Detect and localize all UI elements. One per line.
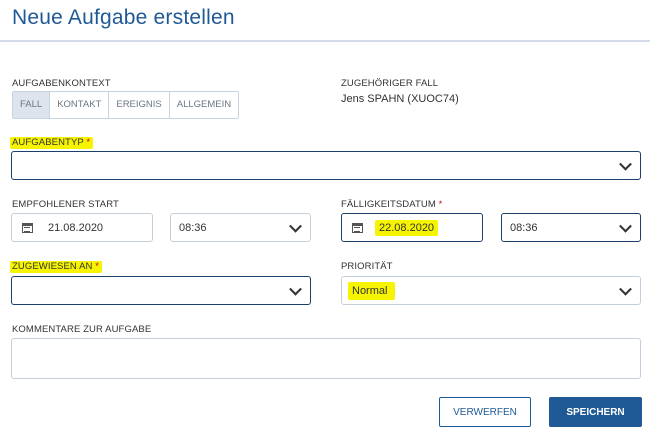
required-marker: * xyxy=(438,199,443,210)
case-label: ZUGEHÖRIGER FALL xyxy=(341,78,439,89)
required-marker: * xyxy=(86,137,91,148)
due-date-label-text: FÄLLIGKEITSDATUM xyxy=(341,199,436,210)
priority-select[interactable]: Normal xyxy=(341,276,641,305)
assigned-to-label: ZUGEWIESEN AN * xyxy=(10,261,103,273)
chevron-down-icon xyxy=(619,219,632,233)
start-date-value: 21.08.2020 xyxy=(48,221,104,234)
case-value: Jens SPAHN (XUOC74) xyxy=(341,93,459,105)
context-option-kontakt[interactable]: KONTAKT xyxy=(50,92,110,118)
context-option-fall[interactable]: FALL xyxy=(13,92,51,118)
start-label: EMPFOHLENER START xyxy=(12,199,119,210)
task-type-label: AUFGABENTYP * xyxy=(10,137,94,149)
chevron-down-icon xyxy=(619,282,632,296)
due-date-value: 22.08.2020 xyxy=(375,219,439,236)
page-title: Neue Aufgabe erstellen xyxy=(12,6,235,29)
context-label: AUFGABENKONTEXT xyxy=(12,78,111,89)
calendar-icon xyxy=(22,222,33,233)
task-type-label-highlight: AUFGABENTYP * xyxy=(10,137,94,149)
context-option-allgemein[interactable]: ALLGEMEIN xyxy=(170,92,238,118)
calendar-icon xyxy=(352,222,363,233)
assigned-to-label-highlight: ZUGEWIESEN AN * xyxy=(10,261,103,273)
chevron-down-icon xyxy=(619,157,632,171)
due-date-label: FÄLLIGKEITSDATUM * xyxy=(341,199,442,210)
context-segmented-control: FALL KONTAKT EREIGNIS ALLGEMEIN xyxy=(12,91,240,119)
save-button[interactable]: SPEICHERN xyxy=(549,397,642,427)
assigned-to-select[interactable] xyxy=(11,276,311,305)
discard-button[interactable]: VERWERFEN xyxy=(439,397,531,427)
due-date-field[interactable]: 22.08.2020 xyxy=(341,213,483,242)
chevron-down-icon xyxy=(289,219,302,233)
start-date-field[interactable]: 21.08.2020 xyxy=(11,213,153,242)
due-time-value: 08:36 xyxy=(510,221,538,234)
priority-label: PRIORITÄT xyxy=(341,261,393,272)
title-divider xyxy=(0,40,650,42)
due-time-select[interactable]: 08:36 xyxy=(501,213,641,242)
task-type-select[interactable] xyxy=(11,151,641,180)
task-type-label-text: AUFGABENTYP xyxy=(12,137,84,148)
priority-value: Normal xyxy=(348,281,396,300)
comments-textarea[interactable] xyxy=(11,338,641,379)
start-time-select[interactable]: 08:36 xyxy=(170,213,311,242)
assigned-to-label-text: ZUGEWIESEN AN xyxy=(12,261,93,272)
context-option-ereignis[interactable]: EREIGNIS xyxy=(109,92,170,118)
required-marker: * xyxy=(95,261,100,272)
priority-value-wrap: Normal xyxy=(348,277,396,304)
chevron-down-icon xyxy=(289,282,302,296)
start-time-value: 08:36 xyxy=(179,221,207,234)
due-date-value-wrap: 22.08.2020 xyxy=(375,214,439,241)
comments-label: KOMMENTARE ZUR AUFGABE xyxy=(12,324,152,335)
